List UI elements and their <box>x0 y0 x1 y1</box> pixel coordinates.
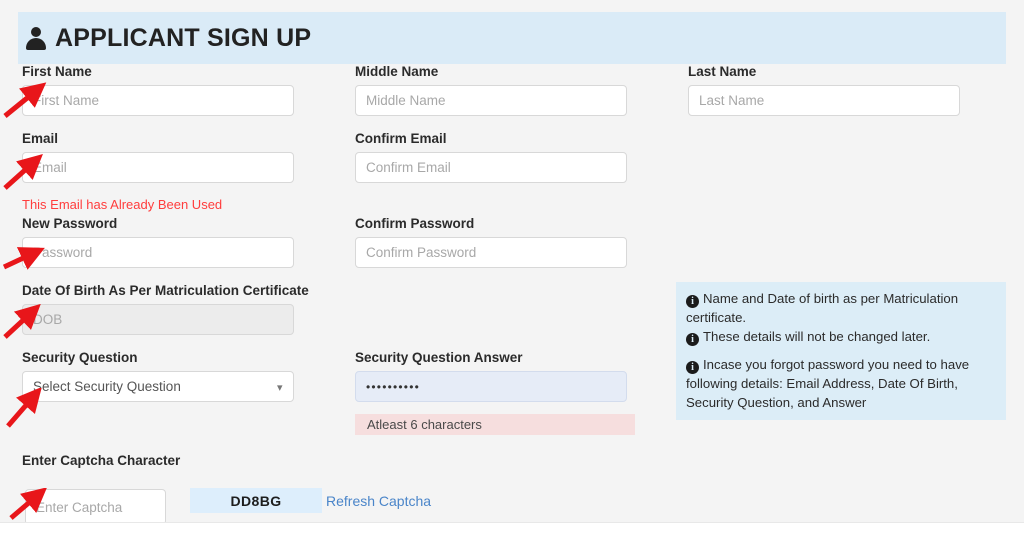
info-circle-icon: i <box>686 333 699 346</box>
last-name-input[interactable] <box>688 85 960 116</box>
captcha-input[interactable] <box>25 489 166 525</box>
label-first-name: First Name <box>22 64 92 79</box>
label-confirm-password: Confirm Password <box>355 216 475 231</box>
bottom-strip <box>0 522 1024 535</box>
user-icon <box>26 26 46 50</box>
refresh-captcha-link[interactable]: Refresh Captcha <box>326 493 431 509</box>
info-line-text: Name and Date of birth as per Matriculat… <box>686 291 959 325</box>
page-title-text: APPLICANT SIGN UP <box>55 23 312 52</box>
first-name-input[interactable] <box>22 85 294 116</box>
captcha-code-display: DD8BG <box>190 488 322 513</box>
label-new-password: New Password <box>22 216 118 231</box>
security-answer-hint: Atleast 6 characters <box>355 414 635 435</box>
info-line: i These details will not be changed later… <box>686 327 996 346</box>
confirm-password-input[interactable] <box>355 237 627 268</box>
label-security-question: Security Question <box>22 350 138 365</box>
page-header-banner: APPLICANT SIGN UP <box>18 12 1006 64</box>
label-captcha: Enter Captcha Character <box>22 453 181 468</box>
new-password-input[interactable] <box>22 237 294 268</box>
signup-page: APPLICANT SIGN UP First Name Middle Name… <box>0 0 1024 535</box>
label-last-name: Last Name <box>688 64 757 79</box>
page-title: APPLICANT SIGN UP <box>26 23 312 52</box>
label-email: Email <box>22 131 59 146</box>
info-circle-icon: i <box>686 295 699 308</box>
info-line: i Name and Date of birth as per Matricula… <box>686 289 996 327</box>
date-of-birth-input[interactable] <box>22 304 294 335</box>
label-security-answer: Security Question Answer <box>355 350 523 365</box>
email-input[interactable] <box>22 152 294 183</box>
security-question-select[interactable]: Select Security Question <box>22 371 294 402</box>
info-line-text: Incase you forgot password you need to h… <box>686 357 970 410</box>
security-answer-input[interactable] <box>355 371 627 402</box>
email-error-message: This Email has Already Been Used <box>22 197 223 212</box>
label-date-of-birth: Date Of Birth As Per Matriculation Certi… <box>22 283 309 298</box>
info-line-text: These details will not be changed later. <box>703 329 931 344</box>
info-circle-icon: i <box>686 361 699 374</box>
forgot-password-info-box: i Incase you forgot password you need to … <box>676 348 1006 420</box>
name-dob-info-box: i Name and Date of birth as per Matricula… <box>676 282 1006 354</box>
label-confirm-email: Confirm Email <box>355 131 447 146</box>
label-middle-name: Middle Name <box>355 64 439 79</box>
middle-name-input[interactable] <box>355 85 627 116</box>
confirm-email-input[interactable] <box>355 152 627 183</box>
info-line: i Incase you forgot password you need to … <box>686 355 996 412</box>
